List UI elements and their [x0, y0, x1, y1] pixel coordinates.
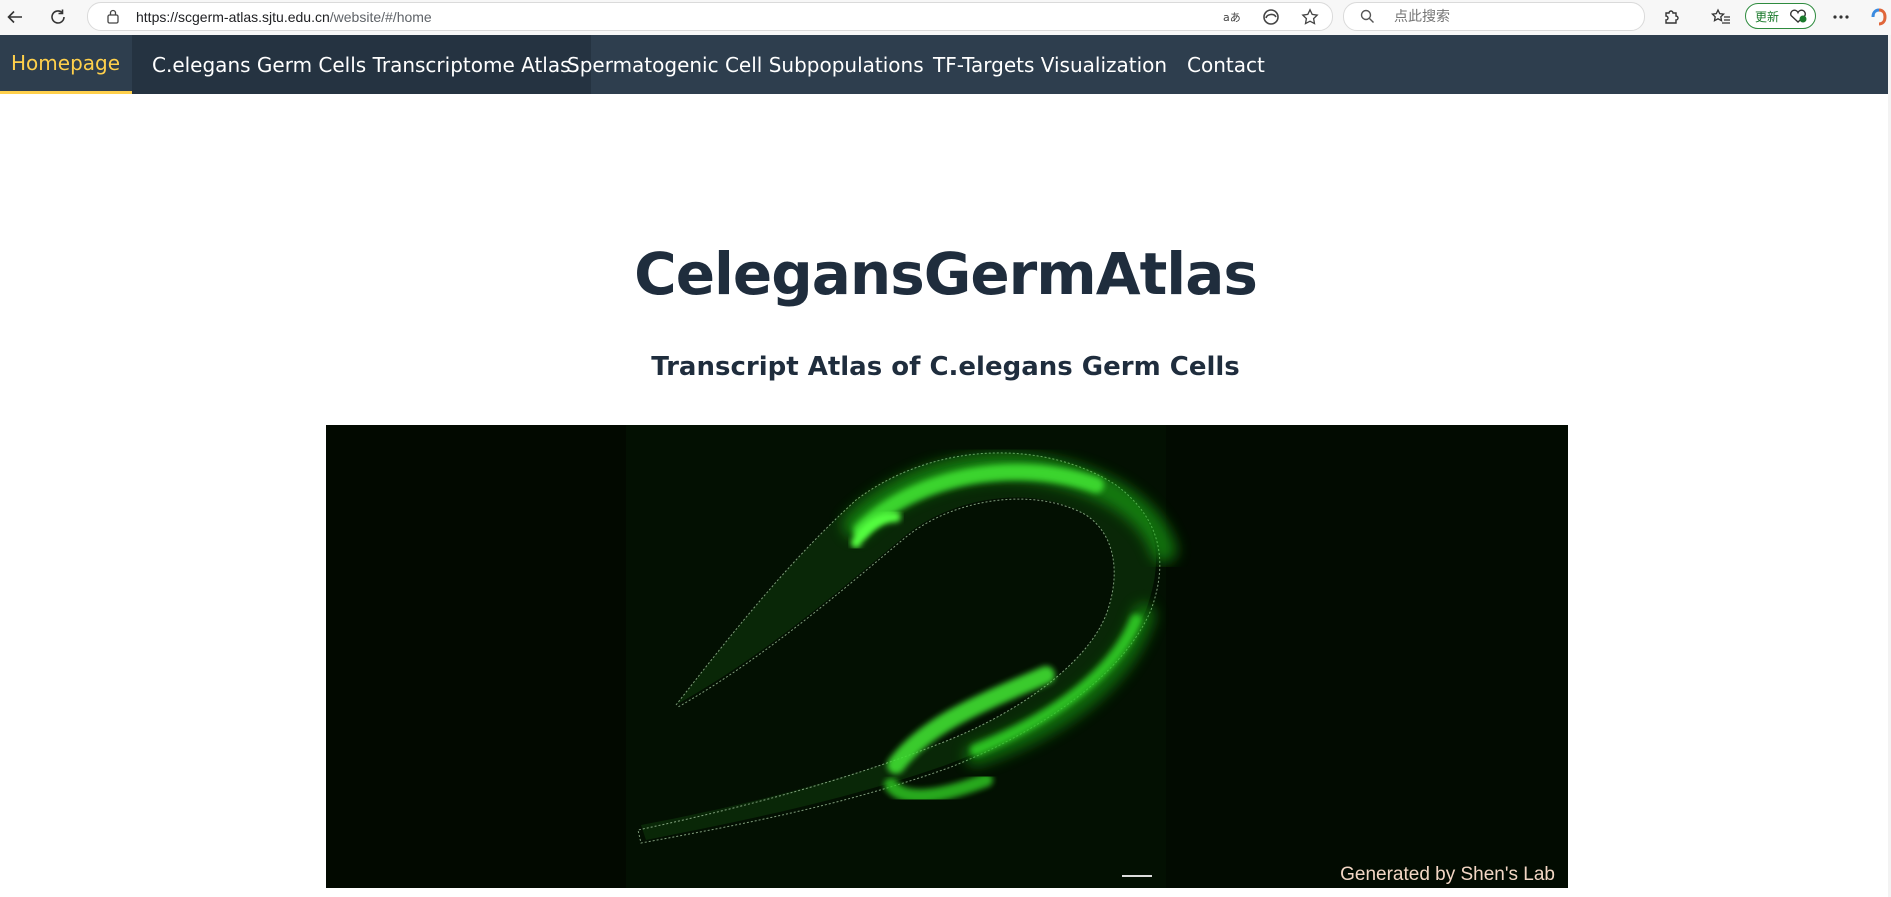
- more-menu-button[interactable]: [1828, 4, 1854, 30]
- nav-item-label: Homepage: [11, 51, 121, 75]
- page-subtitle: Transcript Atlas of C.elegans Germ Cells: [651, 352, 1240, 382]
- copilot-button[interactable]: [1870, 4, 1888, 30]
- site-navbar: Homepage C.elegans Germ Cells Transcript…: [0, 35, 1891, 94]
- more-dots-icon: [1833, 15, 1849, 19]
- nav-item-transcriptome-atlas[interactable]: C.elegans Germ Cells Transcriptome Atlas: [132, 35, 591, 94]
- search-icon: [1360, 9, 1374, 23]
- copilot-icon: [1871, 8, 1887, 26]
- browser-toolbar: https://scgerm-atlas.sjtu.edu.cn/website…: [0, 0, 1891, 36]
- search-box[interactable]: [1343, 2, 1645, 31]
- extensions-button[interactable]: [1659, 4, 1685, 30]
- svg-text:aあ: aあ: [1223, 11, 1241, 24]
- read-aloud-icon: aあ: [1223, 11, 1241, 24]
- update-label: 更新: [1755, 9, 1780, 24]
- update-button[interactable]: 更新: [1745, 3, 1816, 29]
- url-text[interactable]: https://scgerm-atlas.sjtu.edu.cn/website…: [136, 9, 432, 25]
- url-host: https://scgerm-atlas.sjtu.edu.cn: [136, 9, 330, 25]
- url-path: /website/#/home: [329, 9, 432, 25]
- nav-item-spermatogenic-subpopulations[interactable]: Spermatogenic Cell Subpopulations: [547, 35, 944, 94]
- nav-item-label: Contact: [1187, 52, 1265, 77]
- edge-feature-button[interactable]: [1260, 7, 1282, 27]
- banner-credit: Generated by Shen's Lab: [1340, 864, 1555, 885]
- nav-item-label: C.elegans Germ Cells Transcriptome Atlas: [152, 52, 571, 77]
- worm-illustration: [326, 425, 1568, 888]
- nav-item-homepage[interactable]: Homepage: [0, 35, 141, 94]
- read-aloud-button[interactable]: aあ: [1221, 7, 1243, 27]
- favorites-button[interactable]: [1708, 4, 1734, 30]
- update-heart-icon: [1790, 9, 1807, 23]
- puzzle-icon: [1665, 10, 1679, 24]
- worm-fluorescence-image: Generated by Shen's Lab: [326, 425, 1568, 888]
- page-title: CelegansGermAtlas: [634, 240, 1258, 308]
- address-bar[interactable]: https://scgerm-atlas.sjtu.edu.cn/website…: [87, 2, 1333, 31]
- search-input[interactable]: [1392, 7, 1626, 27]
- nav-item-contact[interactable]: Contact: [1167, 35, 1285, 94]
- favorite-button[interactable]: [1299, 7, 1321, 27]
- back-button[interactable]: [2, 4, 28, 30]
- reload-icon: [51, 9, 65, 24]
- lock-icon: [107, 9, 119, 24]
- nav-item-label: Spermatogenic Cell Subpopulations: [567, 52, 924, 77]
- scale-bar: [1122, 875, 1152, 877]
- star-icon: [1301, 8, 1319, 25]
- back-arrow-icon: [7, 10, 22, 24]
- nav-item-label: TF-Targets Visualization: [933, 52, 1168, 77]
- edge-logo-icon: [1263, 9, 1279, 25]
- favorites-list-icon: [1711, 8, 1730, 24]
- reload-button[interactable]: [45, 4, 71, 30]
- nav-item-tf-targets[interactable]: TF-Targets Visualization: [913, 35, 1187, 94]
